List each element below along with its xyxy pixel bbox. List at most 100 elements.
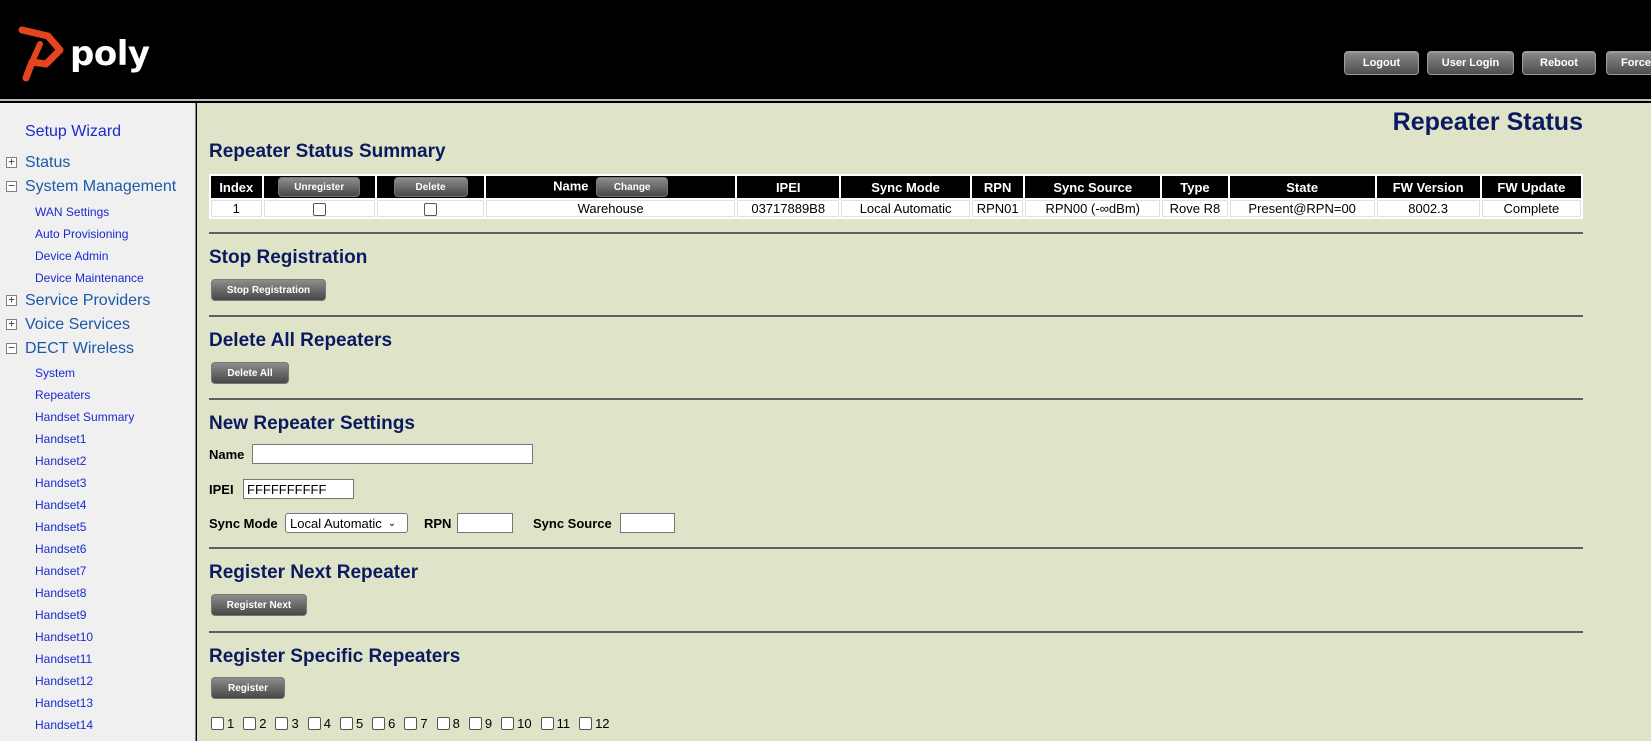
repeater-option[interactable]: 8 — [436, 716, 460, 731]
repeater-option-label: 1 — [227, 716, 235, 731]
expand-icon[interactable]: + — [6, 156, 17, 168]
collapse-icon[interactable]: − — [6, 180, 17, 192]
register-next-button[interactable]: Register Next — [211, 594, 307, 616]
repeater-option[interactable]: 11 — [540, 716, 571, 731]
repeater-checkbox[interactable] — [501, 717, 515, 730]
divider — [209, 631, 1583, 633]
repeater-checkbox[interactable] — [404, 717, 418, 730]
nav-device-admin[interactable]: Device Admin — [35, 249, 108, 263]
user-login-button[interactable]: User Login — [1427, 51, 1514, 75]
repeater-option-label: 5 — [355, 716, 364, 731]
nav-dect-system[interactable]: System — [35, 366, 75, 380]
delete-checkbox[interactable] — [424, 203, 438, 217]
nav-handset-summary[interactable]: Handset Summary — [35, 410, 134, 424]
logout-button[interactable]: Logout — [1344, 51, 1419, 75]
divider — [209, 315, 1583, 317]
nav-handset[interactable]: Handset8 — [35, 586, 86, 600]
repeater-checkbox[interactable] — [339, 717, 353, 730]
repeater-option[interactable]: 10 — [501, 716, 532, 731]
nav-handset[interactable]: Handset1 — [35, 432, 86, 446]
nav-system-management[interactable]: System Management — [25, 178, 176, 196]
nav-handset[interactable]: Handset9 — [35, 608, 86, 622]
cell-delete — [376, 200, 485, 218]
section-title-summary: Repeater Status Summary — [209, 141, 446, 162]
nav-setup-wizard[interactable]: Setup Wizard — [25, 123, 121, 141]
section-title-delete-all: Delete All Repeaters — [209, 330, 393, 351]
repeater-checkbox[interactable] — [211, 717, 224, 730]
repeater-option-label: 9 — [484, 716, 493, 731]
repeater-option[interactable]: 3 — [275, 716, 299, 731]
repeater-checkbox[interactable] — [579, 717, 593, 730]
page-title: Repeater Status — [1392, 108, 1583, 136]
force-button[interactable]: Force — [1606, 51, 1651, 75]
repeater-checkbox[interactable] — [243, 717, 257, 730]
sync-mode-select[interactable]: Local Automatic ⌄ — [285, 513, 408, 533]
nav-handset[interactable]: Handset2 — [35, 454, 86, 468]
expand-icon[interactable]: + — [6, 294, 17, 306]
nav-service-providers[interactable]: Service Providers — [25, 292, 150, 310]
divider — [209, 547, 1583, 549]
column-header-unregister: Unregister — [263, 176, 375, 198]
name-input[interactable] — [252, 444, 533, 464]
column-header-name: Name Change — [486, 176, 736, 198]
column-header-rpn: RPN — [971, 176, 1024, 198]
nav-handset[interactable]: Handset5 — [35, 520, 86, 534]
nav-status[interactable]: Status — [25, 154, 70, 172]
repeater-option[interactable]: 2 — [243, 716, 266, 731]
column-header-ipei: IPEI — [737, 176, 840, 198]
ipei-input[interactable] — [243, 479, 354, 499]
repeater-checkbox[interactable] — [307, 717, 321, 730]
rpn-input[interactable] — [457, 513, 513, 533]
column-header-index: Index — [211, 176, 262, 198]
divider — [209, 232, 1583, 234]
repeater-option[interactable]: 5 — [339, 716, 364, 731]
delete-all-button[interactable]: Delete All — [211, 362, 289, 384]
repeater-checkbox[interactable] — [275, 717, 289, 730]
repeater-checkbox[interactable] — [436, 717, 450, 730]
repeater-option-label: 6 — [388, 716, 396, 731]
collapse-icon[interactable]: − — [6, 342, 17, 354]
nav-handset[interactable]: Handset13 — [35, 696, 93, 710]
nav-handset[interactable]: Handset6 — [35, 542, 86, 556]
column-header-type: Type — [1162, 176, 1228, 198]
cell-fw-update: Complete — [1481, 200, 1581, 218]
nav-handset[interactable]: Handset11 — [35, 652, 92, 666]
repeater-option[interactable]: 9 — [468, 716, 493, 731]
nav-handset[interactable]: Handset4 — [35, 498, 86, 512]
unregister-checkbox[interactable] — [312, 203, 326, 217]
repeater-option-label: 4 — [323, 716, 331, 731]
nav-handset[interactable]: Handset10 — [35, 630, 93, 644]
nav-handset[interactable]: Handset7 — [35, 564, 86, 578]
repeater-checkbox[interactable] — [372, 717, 386, 730]
cell-sync-source: RPN00 (-∞dBm) — [1025, 200, 1161, 218]
change-name-button[interactable]: Change — [596, 177, 669, 197]
nav-dect-wireless[interactable]: DECT Wireless — [25, 340, 134, 358]
repeater-option[interactable]: 4 — [307, 716, 331, 731]
chevron-down-icon: ⌄ — [387, 517, 397, 529]
stop-registration-button[interactable]: Stop Registration — [211, 279, 326, 301]
repeater-option[interactable]: 1 — [211, 716, 234, 731]
sync-source-label: Sync Source — [533, 516, 612, 531]
sync-source-input[interactable] — [620, 513, 675, 533]
repeater-checkbox-row: 1 2 3 4 5 6 7 8 9 10 11 12 — [211, 716, 619, 731]
nav-device-maintenance[interactable]: Device Maintenance — [35, 271, 144, 285]
nav-voice-services[interactable]: Voice Services — [25, 316, 130, 334]
nav-wan-settings[interactable]: WAN Settings — [35, 205, 109, 219]
repeater-option[interactable]: 12 — [579, 716, 610, 731]
nav-handset[interactable]: Handset12 — [35, 674, 93, 688]
reboot-button[interactable]: Reboot — [1522, 51, 1596, 75]
nav-repeaters[interactable]: Repeaters — [35, 388, 90, 402]
repeater-checkbox[interactable] — [540, 717, 554, 730]
nav-handset[interactable]: Handset3 — [35, 476, 86, 490]
unregister-button[interactable]: Unregister — [278, 177, 361, 197]
repeater-checkbox[interactable] — [468, 717, 482, 730]
table-header-row: Index Unregister Delete Name Change IPEI… — [211, 176, 1581, 198]
nav-auto-provisioning[interactable]: Auto Provisioning — [35, 227, 128, 241]
repeater-option[interactable]: 6 — [372, 716, 395, 731]
repeater-option[interactable]: 7 — [404, 716, 428, 731]
nav-handset[interactable]: Handset14 — [35, 718, 93, 732]
repeater-option-label: 11 — [556, 716, 571, 731]
delete-button[interactable]: Delete — [393, 177, 468, 197]
expand-icon[interactable]: + — [6, 318, 17, 330]
register-button[interactable]: Register — [211, 677, 285, 699]
